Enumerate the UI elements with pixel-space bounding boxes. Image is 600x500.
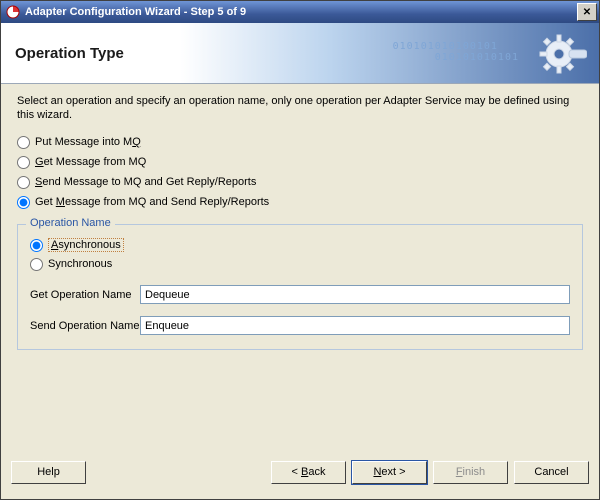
- app-icon: [5, 4, 21, 20]
- radio-async-input[interactable]: [30, 239, 43, 252]
- get-op-label: Get Operation Name: [30, 289, 140, 301]
- radio-async[interactable]: Asynchronous: [30, 236, 570, 254]
- get-op-row: Get Operation Name: [30, 285, 570, 304]
- finish-button-label: Finish: [456, 466, 485, 478]
- content-area: Select an operation and specify an opera…: [1, 84, 599, 451]
- send-op-row: Send Operation Name: [30, 316, 570, 335]
- radio-put-mq[interactable]: Put Message into MQ: [17, 133, 583, 151]
- page-title: Operation Type: [15, 45, 124, 62]
- next-button-label: Next >: [373, 466, 405, 478]
- back-button-label: < Back: [292, 466, 326, 478]
- radio-sync[interactable]: Synchronous: [30, 255, 570, 273]
- send-op-label: Send Operation Name: [30, 320, 140, 332]
- banner: Operation Type 010101010100101 010101010…: [1, 23, 599, 84]
- finish-button: Finish: [433, 461, 508, 484]
- back-button[interactable]: < Back: [271, 461, 346, 484]
- radio-get-mq-input[interactable]: [17, 156, 30, 169]
- operation-name-group: Operation Name Asynchronous Synchronous …: [17, 224, 583, 350]
- next-button[interactable]: Next >: [352, 461, 427, 484]
- radio-sync-input[interactable]: [30, 258, 43, 271]
- radio-get-send-reply-input[interactable]: [17, 196, 30, 209]
- get-op-input[interactable]: [140, 285, 570, 304]
- radio-get-mq-label: Get Message from MQ: [35, 156, 146, 168]
- cancel-button[interactable]: Cancel: [514, 461, 589, 484]
- close-icon: ✕: [583, 7, 591, 18]
- wizard-window: Adapter Configuration Wizard - Step 5 of…: [0, 0, 600, 500]
- radio-get-send-reply[interactable]: Get Message from MQ and Send Reply/Repor…: [17, 193, 583, 211]
- radio-get-send-reply-label: Get Message from MQ and Send Reply/Repor…: [35, 196, 269, 208]
- radio-put-mq-label: Put Message into MQ: [35, 136, 141, 148]
- radio-sync-label: Synchronous: [48, 258, 112, 270]
- radio-get-mq[interactable]: Get Message from MQ: [17, 153, 583, 171]
- banner-bits-deco: 010101010100101 010101010101: [393, 41, 519, 63]
- radio-async-label: Asynchronous: [48, 238, 124, 252]
- radio-send-reply-input[interactable]: [17, 176, 30, 189]
- gear-icon: [537, 29, 587, 82]
- close-button[interactable]: ✕: [577, 3, 597, 21]
- operation-name-legend: Operation Name: [26, 217, 115, 229]
- footer: Help < Back Next > Finish Cancel: [1, 451, 599, 499]
- radio-send-reply-label: Send Message to MQ and Get Reply/Reports: [35, 176, 256, 188]
- titlebar: Adapter Configuration Wizard - Step 5 of…: [1, 1, 599, 23]
- radio-put-mq-input[interactable]: [17, 136, 30, 149]
- window-title: Adapter Configuration Wizard - Step 5 of…: [25, 6, 577, 18]
- help-button[interactable]: Help: [11, 461, 86, 484]
- radio-send-reply[interactable]: Send Message to MQ and Get Reply/Reports: [17, 173, 583, 191]
- description-text: Select an operation and specify an opera…: [17, 94, 583, 122]
- send-op-input[interactable]: [140, 316, 570, 335]
